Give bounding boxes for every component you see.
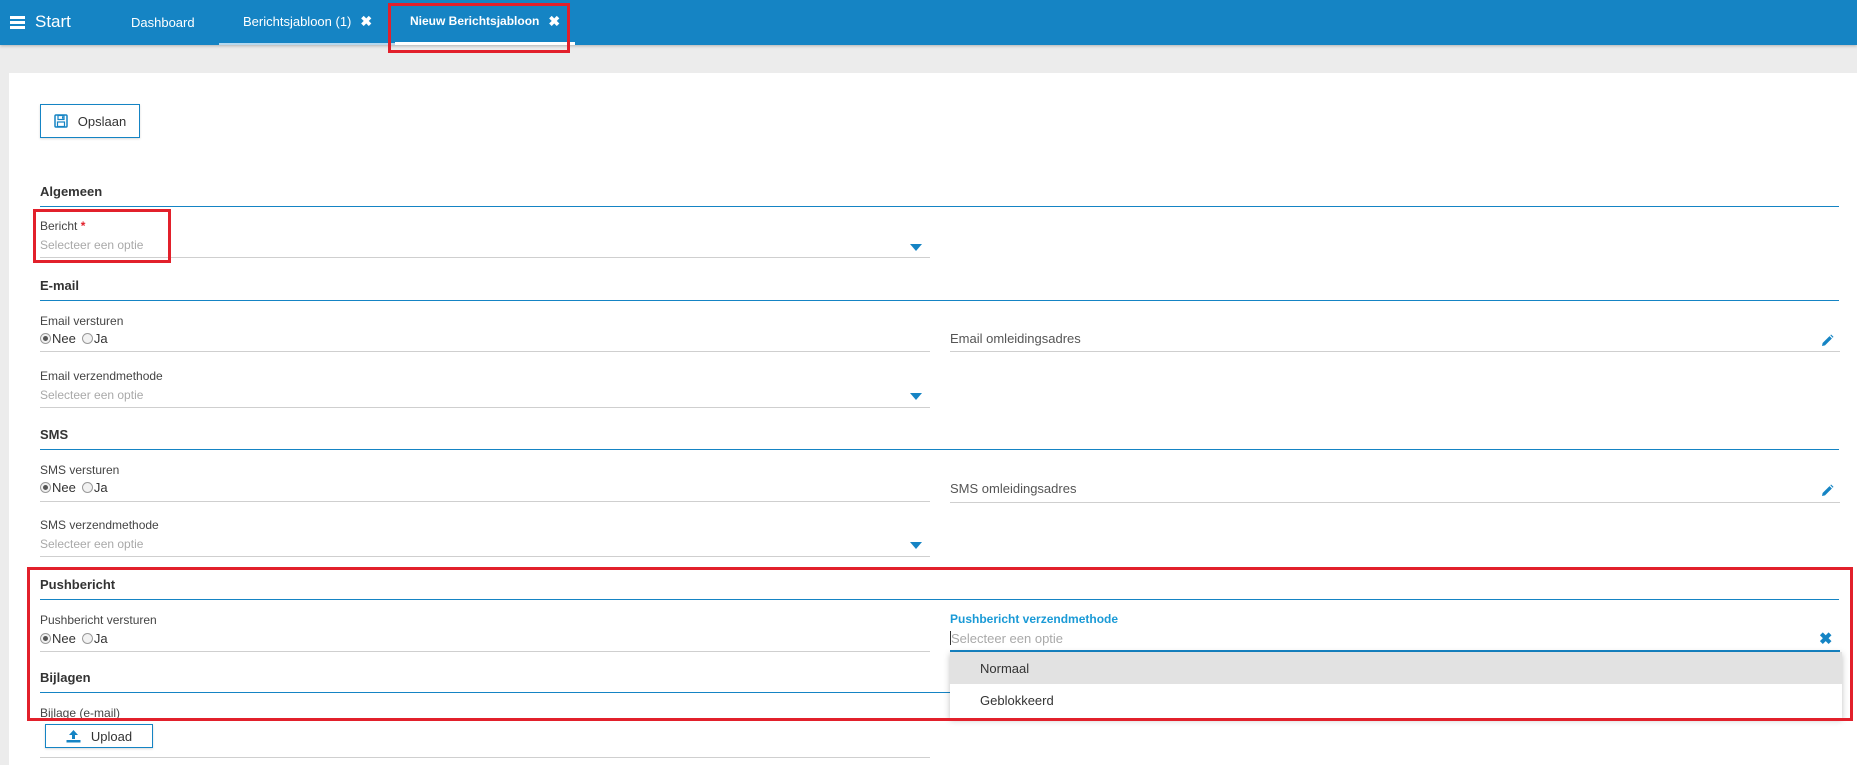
radio-option-ja[interactable]: Ja bbox=[81, 331, 108, 346]
chevron-down-icon[interactable] bbox=[910, 542, 922, 549]
section-divider bbox=[40, 206, 1839, 207]
field-underline bbox=[40, 407, 930, 408]
field-underline bbox=[40, 257, 930, 258]
push-method-input[interactable]: Selecteer een optie bbox=[951, 631, 1063, 646]
sms-send-label: SMS versturen bbox=[40, 463, 120, 477]
tab-label: Nieuw Berichtsjabloon bbox=[410, 14, 540, 28]
chevron-down-icon[interactable] bbox=[910, 244, 922, 251]
push-method-dropdown: Normaal Geblokkeerd bbox=[950, 652, 1842, 718]
field-underline bbox=[950, 351, 1840, 352]
section-title-email: E-mail bbox=[40, 278, 80, 293]
upload-button[interactable]: Upload bbox=[45, 724, 153, 748]
dropdown-option-geblokkeerd[interactable]: Geblokkeerd bbox=[950, 684, 1842, 716]
pencil-icon[interactable] bbox=[1820, 484, 1834, 498]
upload-icon bbox=[66, 729, 81, 742]
email-send-label: Email versturen bbox=[40, 314, 124, 328]
radio-option-nee[interactable]: Nee bbox=[40, 631, 76, 646]
dropdown-option-normaal[interactable]: Normaal bbox=[950, 652, 1842, 684]
email-send-radio-group: Nee Ja bbox=[40, 331, 114, 346]
radio-button[interactable] bbox=[81, 333, 93, 344]
sms-method-select[interactable]: Selecteer een optie bbox=[40, 537, 143, 551]
field-underline bbox=[950, 502, 1840, 503]
radio-option-ja[interactable]: Ja bbox=[81, 631, 108, 646]
radio-option-ja[interactable]: Ja bbox=[81, 480, 108, 495]
tab-berichtsjabloon-1[interactable]: Berichtsjabloon (1) ✖ bbox=[219, 0, 397, 45]
radio-button[interactable] bbox=[40, 482, 51, 493]
field-underline bbox=[40, 501, 930, 502]
radio-button[interactable] bbox=[81, 633, 93, 644]
clear-icon[interactable]: ✖ bbox=[1819, 629, 1832, 649]
email-method-select[interactable]: Selecteer een optie bbox=[40, 388, 143, 402]
upload-button-label: Upload bbox=[90, 728, 133, 744]
top-navigation-bar: Start Dashboard Berichtsjabloon (1) ✖ Ni… bbox=[0, 0, 1857, 45]
field-underline bbox=[40, 651, 930, 652]
bericht-select[interactable]: Selecteer een optie bbox=[40, 238, 143, 252]
field-underline bbox=[40, 351, 930, 352]
radio-button[interactable] bbox=[81, 482, 93, 493]
pencil-icon[interactable] bbox=[1820, 334, 1834, 348]
field-underline bbox=[40, 757, 930, 758]
field-underline bbox=[40, 556, 930, 557]
close-icon[interactable]: ✖ bbox=[360, 13, 372, 30]
radio-option-nee[interactable]: Nee bbox=[40, 331, 76, 346]
save-button-label: Opslaan bbox=[77, 113, 127, 129]
tab-nieuw-berichtsjabloon[interactable]: Nieuw Berichtsjabloon ✖ bbox=[395, 0, 576, 45]
sms-redirect-input[interactable]: SMS omleidingsadres bbox=[950, 481, 1076, 496]
section-title-bijlagen: Bijlagen bbox=[40, 670, 91, 685]
email-method-label: Email verzendmethode bbox=[40, 369, 163, 383]
push-method-label: Pushbericht verzendmethode bbox=[950, 612, 1119, 626]
section-divider bbox=[40, 599, 1839, 600]
close-icon[interactable]: ✖ bbox=[548, 13, 560, 30]
chevron-down-icon[interactable] bbox=[910, 393, 922, 400]
push-send-radio-group: Nee Ja bbox=[40, 631, 114, 646]
tab-label: Dashboard bbox=[131, 15, 195, 30]
radio-button[interactable] bbox=[40, 333, 51, 344]
sms-send-radio-group: Nee Ja bbox=[40, 480, 114, 495]
save-button[interactable]: Opslaan bbox=[40, 104, 140, 138]
email-redirect-input[interactable]: Email omleidingsadres bbox=[950, 331, 1081, 346]
section-title-sms: SMS bbox=[40, 427, 69, 442]
push-send-label: Pushbericht versturen bbox=[40, 613, 157, 627]
required-mark: * bbox=[80, 219, 86, 233]
floppy-disk-icon bbox=[54, 114, 68, 128]
attachment-label: Bijlage (e-mail) bbox=[40, 706, 121, 720]
tab-dashboard[interactable]: Dashboard bbox=[131, 0, 195, 45]
section-divider bbox=[40, 449, 1839, 450]
section-title-pushbericht: Pushbericht bbox=[40, 577, 116, 592]
radio-option-nee[interactable]: Nee bbox=[40, 480, 76, 495]
section-divider bbox=[40, 692, 950, 693]
sms-method-label: SMS verzendmethode bbox=[40, 518, 159, 532]
section-divider bbox=[40, 300, 1839, 301]
start-label: Start bbox=[35, 12, 71, 31]
start-menu-button[interactable]: Start bbox=[10, 12, 71, 32]
section-title-algemeen: Algemeen bbox=[40, 184, 103, 199]
radio-button[interactable] bbox=[40, 633, 51, 644]
hamburger-menu-icon bbox=[10, 15, 25, 29]
tab-label: Berichtsjabloon (1) bbox=[243, 14, 352, 29]
bericht-label: Bericht * bbox=[40, 219, 86, 233]
